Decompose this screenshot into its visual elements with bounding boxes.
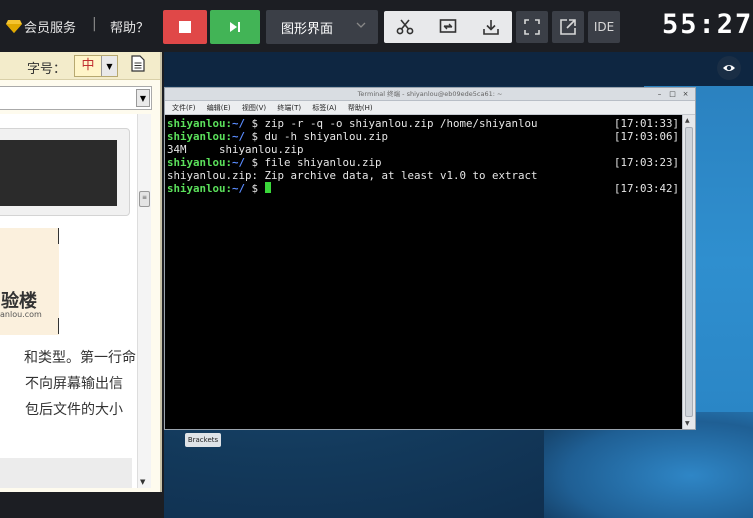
toolbar-separator: | (92, 16, 97, 32)
terminal-scrollbar[interactable]: ▲ ▼ (682, 115, 695, 429)
font-size-value: 中 (81, 58, 95, 73)
divider (58, 228, 59, 244)
terminal-title: Terminal 终端 - shiyanlou@eb09ede5ca61: ~ (357, 90, 503, 98)
scroll-down-arrow-icon[interactable]: ▼ (685, 420, 690, 427)
diamond-icon (6, 20, 22, 33)
panel-footer (0, 492, 162, 518)
dropdown-arrow-icon: ▼ (101, 56, 117, 76)
paragraph-line: 不向屏幕输出信 (25, 376, 123, 392)
menu-help[interactable]: 帮助(H) (348, 104, 373, 112)
stop-icon (179, 21, 191, 33)
timestamp: [17:01:33] (613, 117, 679, 130)
desktop-top-strip (164, 52, 753, 86)
menu-tabs[interactable]: 标签(A) (312, 104, 336, 112)
terminal-line: shiyanlou:~/ $ file shiyanlou.zip [17:03:… (167, 156, 679, 169)
chapter-select[interactable]: ▼ (0, 86, 152, 110)
open-external-button[interactable] (552, 11, 584, 43)
terminal-line: shiyanlou:~/ $ zip -r -q -o shiyanlou.zi… (167, 117, 679, 130)
scissors-icon (396, 19, 414, 35)
clipboard-tools (384, 11, 512, 43)
gui-mode-label: 图形界面 (281, 21, 334, 37)
doc-paragraph: 和类型。第一行命 不向屏幕输出信 包后文件的大小 (2, 345, 136, 423)
fullscreen-button[interactable] (516, 11, 548, 43)
maximize-icon[interactable]: □ (668, 90, 677, 99)
terminal-line: shiyanlou:~/ $ du -h shiyanlou.zip [17:03… (167, 130, 679, 143)
run-button[interactable] (210, 10, 260, 44)
screen-share-button[interactable] (427, 11, 470, 43)
close-icon[interactable]: × (681, 90, 690, 99)
help-link[interactable]: 帮助？ (110, 17, 149, 36)
timestamp: [17:03:23] (613, 156, 679, 169)
terminal-line: shiyanlou:~/ $ [17:03:42] (167, 182, 679, 195)
download-button[interactable] (469, 11, 512, 43)
fullscreen-icon (524, 19, 540, 35)
scroll-thumb[interactable]: ≡ (139, 191, 150, 207)
vip-service-link[interactable]: 会员服务 (6, 17, 77, 36)
chevron-down-icon (356, 22, 366, 28)
paragraph-line: 和类型。第一行命 (24, 350, 136, 366)
ide-button[interactable]: IDE (588, 11, 620, 43)
shiyanlou-logo-image: 验楼 anlou.com (0, 228, 59, 335)
cut-button[interactable] (384, 11, 427, 43)
scroll-thumb[interactable] (685, 127, 693, 417)
external-link-icon (560, 19, 576, 35)
screen-sync-icon (439, 19, 457, 33)
video-frame (0, 128, 130, 216)
terminal-line: shiyanlou.zip: Zip archive data, at leas… (167, 169, 538, 182)
font-size-label: 字号： (27, 62, 67, 77)
menu-terminal[interactable]: 终端(T) (277, 104, 301, 112)
timestamp: [17:03:42] (613, 182, 679, 195)
terminal-cursor (264, 182, 271, 193)
terminal-line: 34M shiyanlou.zip (167, 143, 304, 156)
code-block (0, 458, 132, 488)
logo-url: anlou.com (0, 310, 42, 319)
stop-button[interactable] (163, 10, 207, 44)
menu-file[interactable]: 文件(F) (172, 104, 196, 112)
font-size-bar: 字号： 中 ▼ (0, 52, 160, 80)
paragraph-line: 包后文件的大小 (25, 402, 123, 418)
dropdown-arrow-icon: ▼ (136, 89, 150, 107)
scroll-up-arrow-icon[interactable]: ▲ (685, 117, 690, 124)
vip-service-label: 会员服务 (24, 20, 77, 36)
brackets-desktop-icon[interactable]: Brackets (185, 433, 221, 447)
terminal-output[interactable]: shiyanlou:~/ $ zip -r -q -o shiyanlou.zi… (167, 117, 682, 427)
terminal-titlebar[interactable]: Terminal 终端 - shiyanlou@eb09ede5ca61: ~ … (165, 88, 695, 101)
doc-panel: 字号： 中 ▼ ▼ 验楼 anlou.com 和类型。第一行命 不向屏幕输出信 … (0, 52, 162, 492)
play-step-icon (230, 22, 240, 32)
download-icon (482, 20, 499, 35)
terminal-window[interactable]: Terminal 终端 - shiyanlou@eb09ede5ca61: ~ … (164, 87, 696, 430)
menu-view[interactable]: 视图(V) (242, 104, 266, 112)
doc-scrollbar[interactable]: ≡ ▼ (137, 114, 151, 488)
top-toolbar: 会员服务 | 帮助？ 图形界面 IDE 55:27 (0, 0, 753, 52)
menu-edit[interactable]: 编辑(E) (207, 104, 231, 112)
scroll-down-arrow-icon[interactable]: ▼ (140, 478, 145, 486)
video-player[interactable] (0, 140, 117, 206)
lab-environment: 会员服务 | 帮助？ 图形界面 IDE 55:27 字号： 中 ▼ ▼ 验楼 a… (0, 0, 753, 518)
minimize-icon[interactable]: – (655, 90, 664, 99)
doc-content: 验楼 anlou.com 和类型。第一行命 不向屏幕输出信 包后文件的大小 (0, 114, 137, 488)
gui-mode-dropdown[interactable]: 图形界面 (266, 10, 378, 44)
document-icon[interactable] (131, 55, 145, 72)
terminal-menubar: 文件(F) 编辑(E) 视图(V) 终端(T) 标签(A) 帮助(H) (165, 101, 695, 115)
view-toggle-button[interactable] (717, 56, 741, 80)
eye-icon (723, 65, 735, 71)
font-size-select[interactable]: 中 ▼ (74, 55, 118, 77)
timestamp: [17:03:06] (613, 130, 679, 143)
countdown-timer: 55:27 (662, 9, 753, 40)
divider (58, 318, 59, 334)
